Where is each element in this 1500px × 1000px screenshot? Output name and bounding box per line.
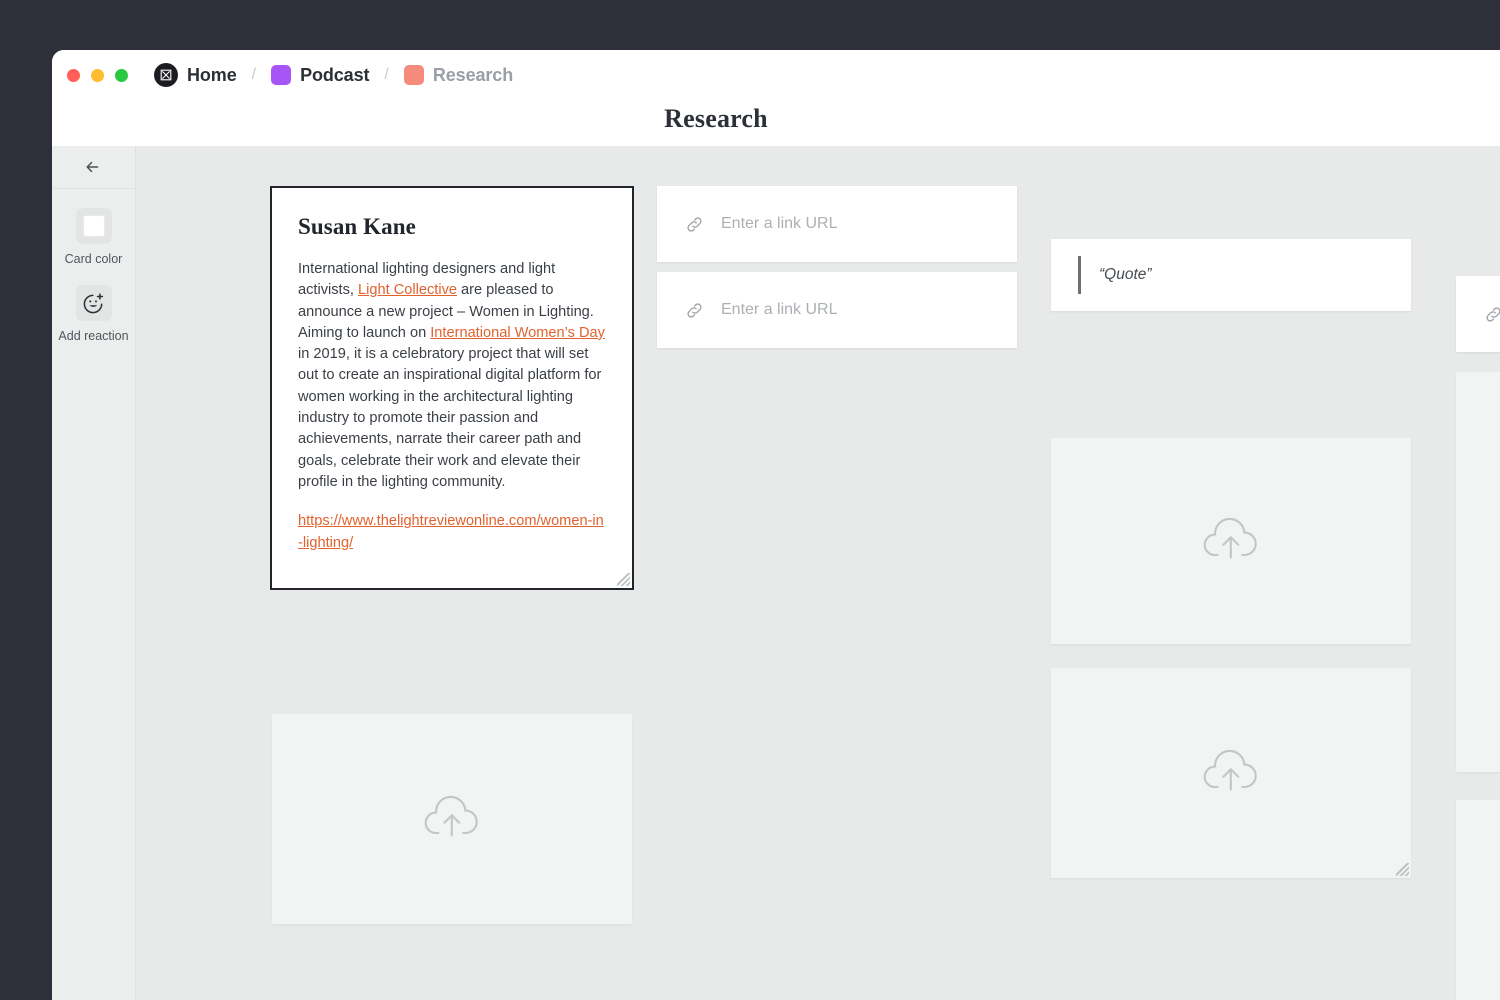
image-upload-card-5[interactable] [1456,800,1500,1000]
canvas[interactable]: Susan Kane International lighting design… [136,146,1500,1000]
text-card-url-link[interactable]: https://www.thelightreviewonline.com/wom… [298,511,606,554]
app-window: Home / Podcast / Research Research [52,50,1500,1000]
current-card-color [83,215,105,237]
emoji-plus-icon [76,285,112,321]
image-upload-card-4[interactable] [1456,372,1500,772]
breadcrumb-item-home[interactable]: Home [152,63,239,87]
tool-label-add-reaction: Add reaction [58,329,128,343]
breadcrumb-separator: / [384,66,388,84]
quote-card-text[interactable]: “Quote” [1099,266,1152,284]
image-upload-card-3[interactable] [272,714,632,924]
image-upload-card-1[interactable] [1051,438,1411,644]
text-body-segment-3: in 2019, it is a celebratory project tha… [298,346,601,490]
breadcrumb-label-home: Home [187,65,237,86]
back-button[interactable] [52,146,135,189]
inline-link-international-womens-day[interactable]: International Women’s Day [430,325,605,341]
link-card-1[interactable]: Enter a link URL [657,186,1017,262]
window-controls [67,69,128,82]
arrow-left-icon [84,159,104,175]
breadcrumb: Home / Podcast / Research [152,63,515,87]
podcast-color-swatch [271,65,291,85]
cloud-upload-icon [421,795,483,843]
maximize-window-button[interactable] [115,69,128,82]
cloud-upload-icon [1200,749,1262,797]
breadcrumb-item-research[interactable]: Research [402,65,515,86]
text-card-body: International lighting designers and lig… [298,259,606,493]
tool-label-card-color: Card color [65,252,123,266]
color-swatch-icon [76,208,112,244]
minimize-window-button[interactable] [91,69,104,82]
resize-handle[interactable] [1396,863,1409,876]
link-card-placeholder[interactable]: Enter a link URL [721,215,838,233]
breadcrumb-label-research: Research [433,65,513,86]
title-bar: Home / Podcast / Research Research [52,50,1500,146]
research-color-swatch [404,65,424,85]
link-card-3[interactable]: Enter [1456,276,1500,352]
link-card-placeholder[interactable]: Enter a link URL [721,301,838,319]
breadcrumb-label-podcast: Podcast [300,65,369,86]
text-card[interactable]: Susan Kane International lighting design… [270,186,634,590]
page-title-text: Research [664,104,768,133]
tool-add-reaction[interactable]: Add reaction [52,285,135,343]
text-card-title: Susan Kane [298,214,606,240]
link-card-2[interactable]: Enter a link URL [657,272,1017,348]
close-window-button[interactable] [67,69,80,82]
resize-handle[interactable] [617,573,630,586]
tool-rail: Card color Add reaction [52,146,136,1000]
quote-card[interactable]: “Quote” [1051,239,1411,311]
tool-card-color[interactable]: Card color [52,208,135,266]
app-logo-icon [154,63,178,87]
page-title: Research [52,104,1500,134]
link-icon [685,301,704,320]
breadcrumb-item-podcast[interactable]: Podcast [269,65,371,86]
image-upload-card-2[interactable] [1051,668,1411,878]
link-icon [1484,305,1500,324]
cloud-upload-icon [1200,517,1262,565]
quote-bar [1078,256,1081,294]
inline-link-light-collective[interactable]: Light Collective [358,282,457,298]
link-icon [685,215,704,234]
breadcrumb-separator: / [252,66,256,84]
